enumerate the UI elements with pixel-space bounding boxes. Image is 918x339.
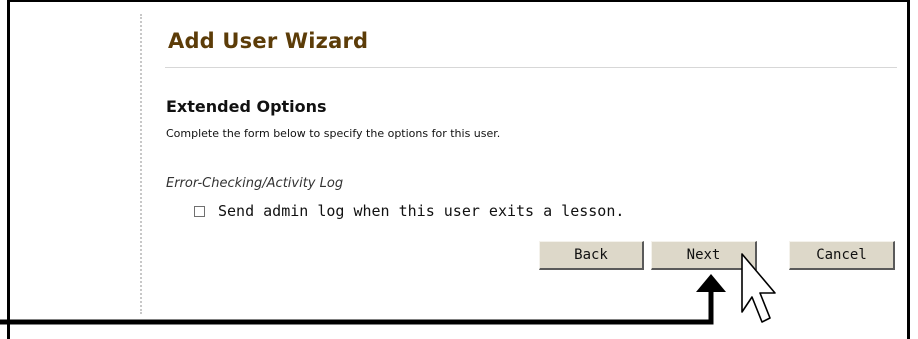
arrow-up-icon bbox=[696, 274, 726, 292]
callout-arrow bbox=[0, 274, 726, 325]
mouse-pointer-icon bbox=[741, 253, 776, 323]
callout-overlay bbox=[0, 253, 776, 325]
